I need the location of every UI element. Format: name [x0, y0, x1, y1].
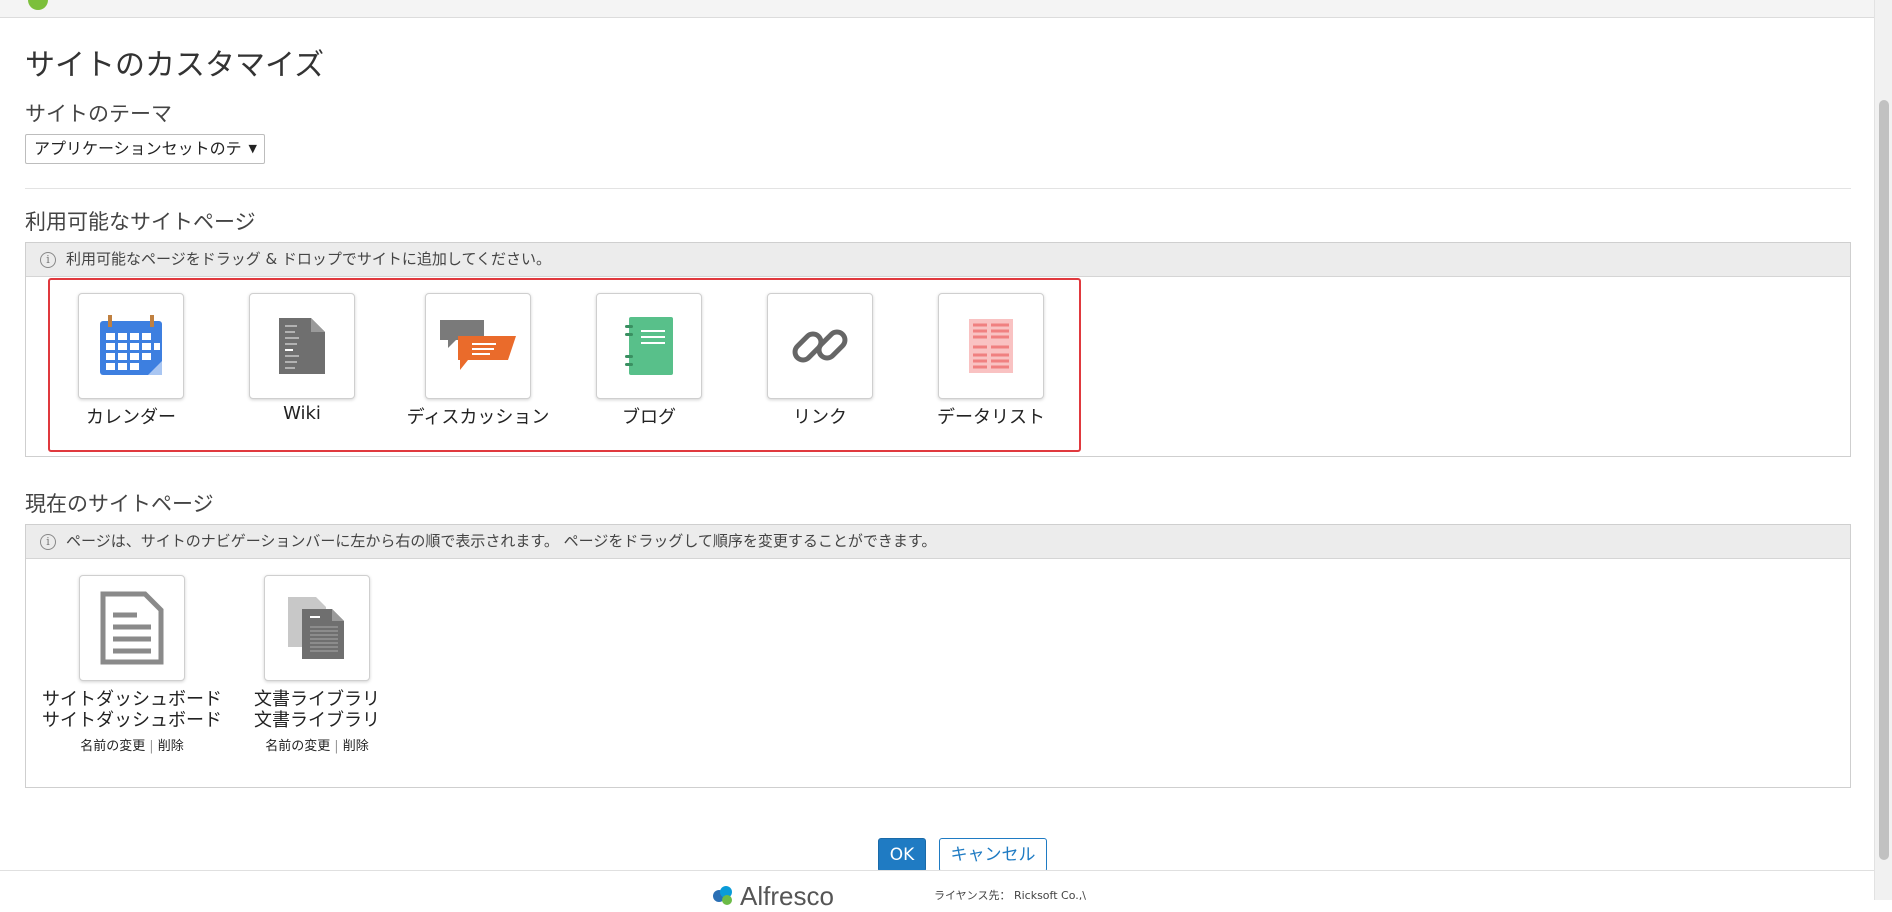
available-page-blog[interactable]: ブログ	[584, 293, 714, 429]
available-page-label: Wiki	[283, 403, 321, 424]
dashboard-icon[interactable]	[79, 575, 185, 681]
available-page-label: カレンダー	[86, 407, 176, 428]
available-page-label: リンク	[793, 407, 847, 428]
current-pages-hint: i ページは、サイトのナビゲーションバーに左から右の順で表示されます。 ページを…	[26, 525, 1850, 559]
available-page-calendar[interactable]: カレンダー	[66, 293, 196, 429]
footer: Alfresco ライヤンス先： Ricksoft Co.,\	[0, 870, 1874, 911]
delete-link[interactable]: 削除	[343, 739, 369, 754]
status-dot-icon	[28, 0, 48, 10]
datalist-icon[interactable]	[938, 293, 1044, 399]
current-page-actions: 名前の変更 | 削除	[247, 735, 387, 754]
current-page-dashboard[interactable]: サイトダッシュボード サイトダッシュボード 名前の変更 | 削除	[42, 575, 222, 754]
info-icon: i	[40, 534, 56, 550]
available-page-label: データリスト	[937, 407, 1045, 428]
rename-link[interactable]: 名前の変更	[265, 739, 330, 754]
current-pages-hint-text: ページは、サイトのナビゲーションバーに左から右の順で表示されます。 ページをドラ…	[66, 532, 937, 550]
alfresco-logo-icon	[713, 886, 732, 905]
divider	[25, 188, 1851, 189]
delete-link[interactable]: 削除	[158, 739, 184, 754]
current-page-document-library[interactable]: 文書ライブラリ 文書ライブラリ 名前の変更 | 削除	[247, 575, 387, 754]
available-page-label: ブログ	[622, 407, 676, 428]
available-pages-hint: i 利用可能なページをドラッグ & ドロップでサイトに追加してください。	[26, 243, 1850, 277]
current-page-actions: 名前の変更 | 削除	[42, 735, 222, 754]
link-icon[interactable]	[767, 293, 873, 399]
current-pages-panel: i ページは、サイトのナビゲーションバーに左から右の順で表示されます。 ページを…	[25, 524, 1851, 788]
available-page-wiki[interactable]: Wiki	[237, 293, 367, 424]
vertical-scrollbar[interactable]	[1874, 0, 1892, 900]
rename-link[interactable]: 名前の変更	[80, 739, 145, 754]
theme-selected-value: アプリケーションセットのテ	[34, 139, 242, 158]
alfresco-logo-text: Alfresco	[740, 881, 834, 911]
separator: |	[149, 739, 154, 754]
current-page-sublabel: 文書ライブラリ	[254, 710, 380, 731]
page-title: サイトのカスタマイズ	[25, 48, 325, 83]
top-bar	[0, 0, 1874, 18]
ok-button[interactable]: OK	[878, 838, 926, 872]
current-page-label: サイトダッシュボード	[42, 689, 222, 710]
discussion-icon[interactable]	[425, 293, 531, 399]
available-pages-panel: i 利用可能なページをドラッグ & ドロップでサイトに追加してください。 カレン…	[25, 242, 1851, 457]
license-text: ライヤンス先： Ricksoft Co.,\	[934, 889, 1086, 902]
blog-icon[interactable]	[596, 293, 702, 399]
available-page-label: ディスカッション	[406, 407, 550, 428]
calendar-icon[interactable]	[78, 293, 184, 399]
theme-select[interactable]: アプリケーションセットのテ ▼	[25, 134, 265, 164]
theme-section-label: サイトのテーマ	[25, 102, 172, 126]
document-library-icon[interactable]	[264, 575, 370, 681]
info-icon: i	[40, 252, 56, 268]
current-page-label: 文書ライブラリ	[254, 689, 380, 710]
current-page-sublabel: サイトダッシュボード	[42, 710, 222, 731]
current-pages-label: 現在のサイトページ	[25, 492, 214, 516]
available-page-datalist[interactable]: データリスト	[926, 293, 1056, 429]
scrollbar-thumb[interactable]	[1879, 100, 1889, 860]
chevron-down-icon: ▼	[248, 142, 257, 155]
cancel-button[interactable]: キャンセル	[939, 838, 1047, 872]
separator: |	[334, 739, 339, 754]
available-pages-label: 利用可能なサイトページ	[25, 210, 256, 234]
available-page-link[interactable]: リンク	[755, 293, 885, 429]
available-pages-hint-text: 利用可能なページをドラッグ & ドロップでサイトに追加してください。	[66, 250, 552, 268]
wiki-icon[interactable]	[249, 293, 355, 399]
available-page-discussion[interactable]: ディスカッション	[398, 293, 558, 429]
